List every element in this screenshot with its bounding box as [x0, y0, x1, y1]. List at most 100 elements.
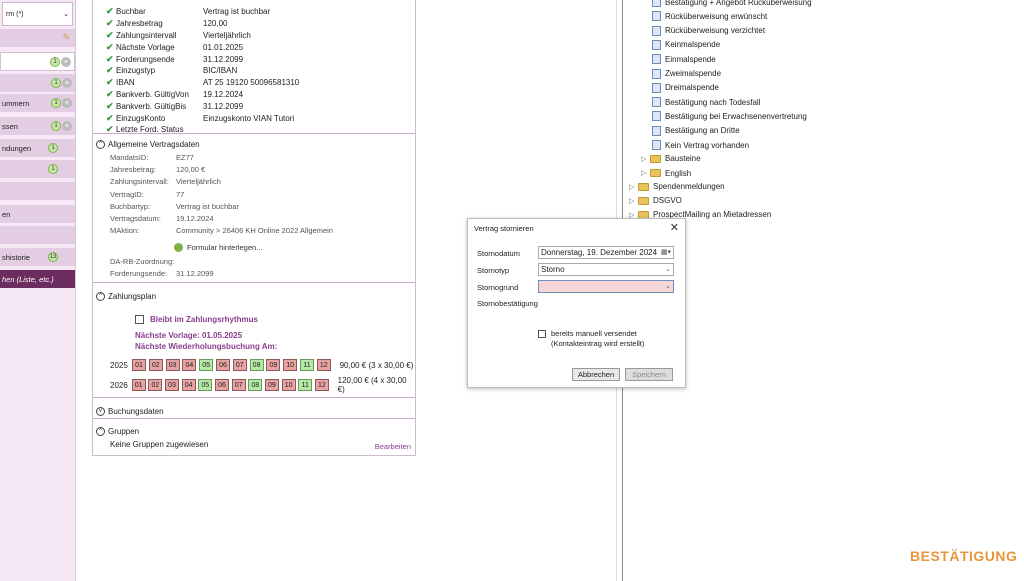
expand-arrow-icon[interactable]: ▷ [629, 197, 638, 205]
tree-doc-item[interactable]: Bestätigung + Angebot Rücküberweisung [652, 0, 812, 7]
add-icon[interactable]: + [62, 121, 72, 131]
tree-doc-item[interactable]: Bestätigung an Dritte [652, 125, 740, 136]
sidebar-item[interactable]: 1 + [0, 74, 75, 93]
month-cell[interactable]: 02 [148, 359, 163, 371]
sidebar-item[interactable]: ndungen 1 [0, 139, 75, 158]
month-cell[interactable]: 09 [266, 359, 281, 371]
tree-doc-item[interactable]: Zweimalspende [652, 68, 722, 79]
section-buchungsdaten[interactable]: v Buchungsdaten [93, 404, 415, 418]
save-button[interactable]: Speichern [625, 368, 673, 381]
expand-arrow-icon[interactable]: ▷ [641, 155, 650, 163]
month-cell[interactable]: 12 [316, 359, 331, 371]
sidebar-item[interactable]: 1 [0, 160, 75, 179]
chevron-down-icon[interactable]: ⌄ [665, 264, 671, 275]
chevron-down-icon[interactable]: ⌄ [63, 10, 69, 18]
month-cell[interactable]: 07 [232, 359, 247, 371]
sidebar-item[interactable] [0, 182, 75, 201]
stornodatum-field[interactable]: Donnerstag, 19. Dezember 2024 ▦▾ [538, 246, 674, 259]
tree-doc-item[interactable]: Rücküberweisung erwünscht [652, 11, 767, 22]
sidebar-item[interactable]: ummern 1 + [0, 94, 75, 113]
chevron-down-icon[interactable]: v [96, 406, 105, 416]
section-allgemeine-vertragsdaten[interactable]: ^ Allgemeine Vertragsdaten [93, 137, 415, 151]
tree-doc-item[interactable]: Bestätigung nach Todesfall [652, 97, 760, 108]
month-cell[interactable]: 11 [299, 359, 314, 371]
expand-arrow-icon[interactable]: ▷ [641, 169, 650, 177]
tree-folder-item[interactable]: ▷ DSGVO [629, 196, 682, 205]
manuell-checkbox[interactable] [538, 330, 546, 338]
check-value: Vertrag ist buchbar [203, 7, 271, 17]
expand-arrow-icon[interactable]: ▷ [629, 183, 638, 191]
section-zahlungsplan[interactable]: ^ Zahlungsplan [93, 289, 415, 303]
count-badge: 1 [51, 78, 61, 88]
check-value: 01.01.2025 [203, 42, 244, 52]
cancel-button[interactable]: Abbrechen [572, 368, 620, 381]
stornogrund-select[interactable]: ⌄ [538, 280, 674, 293]
tree-folder-item[interactable]: ▷ Spendenmeldungen [629, 182, 725, 191]
calendar-icon[interactable]: ▦▾ [661, 247, 671, 258]
tree-doc-item[interactable]: Einmalspende [652, 54, 716, 65]
tree-label: Bausteine [665, 154, 701, 163]
chevron-up-icon[interactable]: ^ [96, 291, 105, 301]
add-icon[interactable]: + [61, 57, 71, 67]
month-cell[interactable]: 06 [215, 379, 229, 391]
month-cell[interactable]: 09 [265, 379, 279, 391]
close-icon[interactable]: ✕ [670, 221, 679, 234]
tree-doc-item[interactable]: Keinmalspende [652, 39, 721, 50]
check-label: EinzugsKonto [116, 113, 166, 123]
manuell-checkbox-row[interactable]: bereits manuell versendet (Kontakteintra… [538, 329, 644, 349]
folder-icon [638, 182, 649, 191]
add-icon[interactable]: + [62, 78, 72, 88]
check-value: 31.12.2099 [203, 101, 244, 111]
sidebar-item[interactable]: shistorie 13 [0, 248, 75, 267]
bleibt-checkbox-row[interactable]: Bleibt im Zahlungsrhythmus [135, 315, 258, 324]
month-cell[interactable]: 11 [298, 379, 313, 391]
gruppen-edit-link[interactable]: Bearbeiten [375, 442, 411, 451]
month-cell[interactable]: 04 [182, 359, 197, 371]
document-icon [652, 82, 661, 93]
add-icon[interactable]: + [62, 98, 72, 108]
chevron-up-icon[interactable]: ^ [96, 139, 105, 149]
month-cell[interactable]: 10 [281, 379, 296, 391]
tree-label: Keinmalspende [665, 40, 721, 50]
month-cell[interactable]: 08 [248, 379, 263, 391]
sidebar-item[interactable]: hen (Liste, etc.) [0, 270, 75, 289]
sidebar-search[interactable]: rm (*) ⌄ [2, 2, 73, 26]
tree-doc-item[interactable]: Dreimalspende [652, 82, 719, 93]
bleibt-checkbox[interactable] [135, 315, 144, 324]
tree-label: Bestätigung an Dritte [665, 126, 740, 136]
tree-doc-item[interactable]: Rücküberweisung verzichtet [652, 25, 765, 36]
month-cell[interactable]: 06 [215, 359, 230, 371]
month-cell[interactable]: 02 [148, 379, 163, 391]
tree-doc-item[interactable]: Bestätigung bei Erwachsenenvertretung [652, 111, 807, 122]
month-cell[interactable]: 03 [165, 379, 179, 391]
month-cell[interactable]: 01 [132, 359, 146, 371]
pencil-icon[interactable]: ✎ [62, 32, 70, 43]
chevron-down-icon[interactable]: ⌄ [665, 281, 671, 292]
sidebar-item[interactable]: ✎ [0, 29, 75, 48]
month-cell[interactable]: 07 [231, 379, 246, 391]
tree-folder-item[interactable]: ▷ Bausteine [641, 154, 701, 163]
month-cell[interactable]: 01 [131, 379, 146, 391]
sidebar-item[interactable]: 1 + [0, 52, 75, 71]
vertrag-value: Vierteljährlich [176, 177, 221, 187]
sidebar-item[interactable]: en [0, 205, 75, 224]
month-cell[interactable]: 05 [198, 379, 213, 391]
tree-folder-item[interactable]: ▷ English [641, 169, 691, 178]
document-icon [652, 0, 661, 7]
month-cell[interactable]: 04 [181, 379, 196, 391]
chevron-up-icon[interactable]: ^ [96, 426, 105, 436]
stornotyp-select[interactable]: Storno ⌄ [538, 263, 674, 276]
sidebar-item[interactable] [0, 226, 75, 245]
dialog-title: Vertrag stornieren [474, 224, 534, 233]
month-cell[interactable]: 12 [314, 379, 329, 391]
month-cell[interactable]: 10 [283, 359, 298, 371]
month-cell[interactable]: 05 [199, 359, 214, 371]
month-cell[interactable]: 03 [165, 359, 180, 371]
tree-doc-item[interactable]: Kein Vertrag vorhanden [652, 140, 749, 150]
tree-label: Zweimalspende [665, 69, 722, 78]
sidebar-item[interactable]: ssen 1 + [0, 117, 75, 136]
month-cell[interactable]: 08 [249, 359, 264, 371]
section-gruppen[interactable]: ^ Gruppen [93, 424, 415, 438]
formular-link[interactable]: Formular hinterlegen... [174, 243, 262, 252]
tree-label: Dreimalspende [665, 83, 719, 93]
